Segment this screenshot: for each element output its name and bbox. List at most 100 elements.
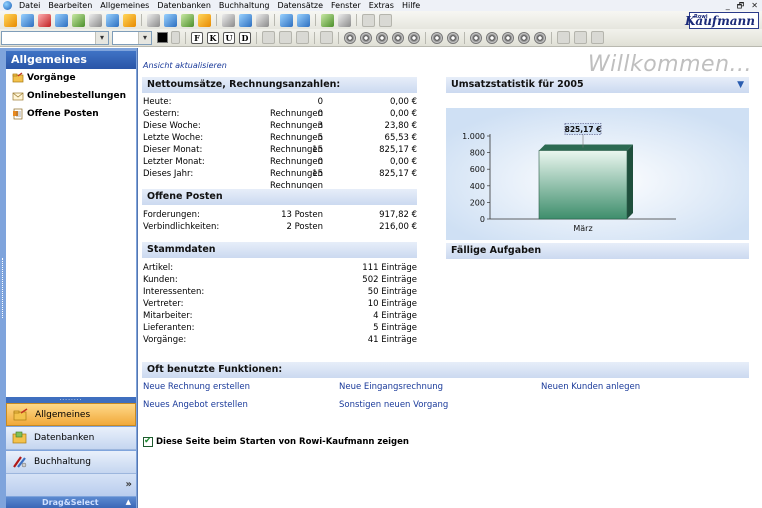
other-new-process-link[interactable]: Sonstigen neuen Vorgang [339, 400, 448, 410]
refresh-view-link[interactable]: Ansicht aktualisieren [143, 61, 227, 70]
main-panel: Ansicht aktualisieren Willkommen... Nett… [139, 48, 762, 508]
app-icon[interactable] [3, 1, 12, 10]
menu-datensaetze[interactable]: Datensätze [273, 0, 327, 11]
font-combo[interactable] [1, 30, 109, 45]
folder-icon[interactable] [198, 13, 211, 27]
align-right-icon[interactable] [296, 31, 309, 44]
section-header-offene-posten: Offene Posten [142, 189, 417, 205]
align-left-icon[interactable] [262, 31, 275, 44]
color-swatch[interactable] [157, 32, 168, 43]
calendar-icon[interactable] [106, 13, 119, 27]
record-save-icon[interactable] [447, 31, 459, 44]
record-copy-icon[interactable] [518, 31, 530, 44]
row-value: 50 Einträge [367, 287, 417, 297]
menu-extras[interactable]: Extras [365, 0, 398, 11]
new-invoice-link[interactable]: Neue Rechnung erstellen [143, 382, 250, 392]
italic-button[interactable]: K [207, 31, 219, 44]
zoom-in-icon[interactable] [280, 13, 293, 27]
record-refresh-icon[interactable] [486, 31, 498, 44]
nav-button-buchhaltung[interactable]: Buchhaltung [6, 451, 136, 474]
pen-icon[interactable] [379, 13, 392, 27]
users-icon[interactable] [38, 13, 51, 27]
startup-checkbox[interactable] [143, 436, 153, 447]
new-customer-link[interactable]: Neuen Kunden anlegen [541, 382, 640, 392]
sidebar-resize-handle[interactable] [2, 258, 4, 318]
tools-icon[interactable] [181, 13, 194, 27]
record-delete-icon[interactable] [431, 31, 443, 44]
menubar: Datei Bearbeiten Allgemeines Datenbanken… [0, 0, 762, 11]
sidebar: Allgemeines Vorgänge Onlinebestellungen … [0, 48, 138, 508]
strikethrough-button[interactable]: D [239, 31, 251, 44]
stack-icon[interactable] [147, 13, 160, 27]
restore-button[interactable]: 🗗 [737, 0, 745, 11]
record-new-icon[interactable] [408, 31, 420, 44]
new-offer-link[interactable]: Neues Angebot erstellen [143, 400, 248, 410]
folder-icon [12, 72, 24, 83]
employee-icon[interactable] [55, 13, 68, 27]
table-row: Dieses Jahr: 15 Rechnungen 825,17 € [143, 168, 417, 191]
window-icon[interactable] [222, 13, 235, 27]
sidebar-item-vorgaenge[interactable]: Vorgänge [6, 69, 136, 87]
document-icon[interactable] [239, 13, 252, 27]
close-button[interactable]: ✕ [751, 0, 758, 11]
drag-select-bar[interactable]: Drag&Select ▲ [6, 497, 136, 508]
copy-icon[interactable] [256, 13, 269, 27]
drag-select-label: Drag&Select [42, 498, 99, 507]
sidebar-item-onlinebestellungen[interactable]: Onlinebestellungen [6, 87, 136, 105]
underline-button[interactable]: U [223, 31, 235, 44]
article-icon[interactable] [72, 13, 85, 27]
customers-icon[interactable] [21, 13, 34, 27]
folder-icon [13, 407, 28, 420]
mail-icon[interactable] [164, 13, 177, 27]
toolbar-separator [141, 14, 142, 26]
sidebar-item-offene-posten[interactable]: Offene Posten [6, 105, 136, 123]
record-previous-icon[interactable] [360, 31, 372, 44]
row-value: 4 Einträge [373, 311, 417, 321]
nav-button-datenbanken[interactable]: Datenbanken [6, 427, 136, 450]
color-dropdown-icon[interactable] [171, 31, 180, 44]
align-center-icon[interactable] [279, 31, 292, 44]
new-document-icon[interactable] [4, 13, 17, 27]
row-value: 502 Einträge [362, 275, 417, 285]
search-icon[interactable] [362, 13, 375, 27]
nav-button-allgemeines[interactable]: Allgemeines [6, 403, 136, 426]
bar[interactable] [538, 150, 628, 220]
sidebar-item-label: Onlinebestellungen [27, 91, 126, 101]
menu-buchhaltung[interactable]: Buchhaltung [215, 0, 274, 11]
menu-allgemeines[interactable]: Allgemeines [96, 0, 153, 11]
record-first-icon[interactable] [344, 31, 356, 44]
list-icon[interactable] [89, 13, 102, 27]
undo-icon[interactable] [321, 13, 334, 27]
menu-datenbanken[interactable]: Datenbanken [153, 0, 215, 11]
refresh-icon[interactable] [338, 13, 351, 27]
section-header-umsatz: Nettoumsätze, Rechnungsanzahlen: [142, 77, 417, 93]
menu-hilfe[interactable]: Hilfe [398, 0, 424, 11]
invoice-icon[interactable] [123, 13, 136, 27]
logo-rowi: Rowi [694, 14, 708, 20]
caret-up-icon[interactable]: ▲ [126, 497, 131, 508]
settings-icon[interactable] [574, 31, 587, 44]
bold-button[interactable]: F [191, 31, 203, 44]
startup-checkbox-row: Diese Seite beim Starten von Rowi-Kaufma… [143, 436, 409, 447]
row-label: Lieferanten: [143, 323, 195, 333]
record-next-icon[interactable] [376, 31, 388, 44]
zoom-out-icon[interactable] [297, 13, 310, 27]
row-amount: 0,00 € [389, 157, 417, 167]
menu-datei[interactable]: Datei [15, 0, 44, 11]
new-incoming-invoice-link[interactable]: Neue Eingangsrechnung [339, 382, 443, 392]
y-tick-label: 200 [470, 198, 485, 207]
export-icon[interactable] [591, 31, 604, 44]
record-search-icon[interactable] [534, 31, 546, 44]
minimize-button[interactable]: _ [726, 0, 730, 11]
font-size-combo[interactable] [112, 30, 152, 45]
nav-overflow-button[interactable]: » [6, 474, 136, 496]
bullet-list-icon[interactable] [320, 31, 333, 44]
menu-bearbeiten[interactable]: Bearbeiten [44, 0, 96, 11]
record-print-icon[interactable] [502, 31, 514, 44]
filter-icon[interactable] [557, 31, 570, 44]
menu-fenster[interactable]: Fenster [327, 0, 365, 11]
record-check-icon[interactable] [470, 31, 482, 44]
row-label: Vorgänge: [143, 335, 187, 345]
record-last-icon[interactable] [392, 31, 404, 44]
chevron-down-icon[interactable]: ▼ [737, 77, 744, 93]
